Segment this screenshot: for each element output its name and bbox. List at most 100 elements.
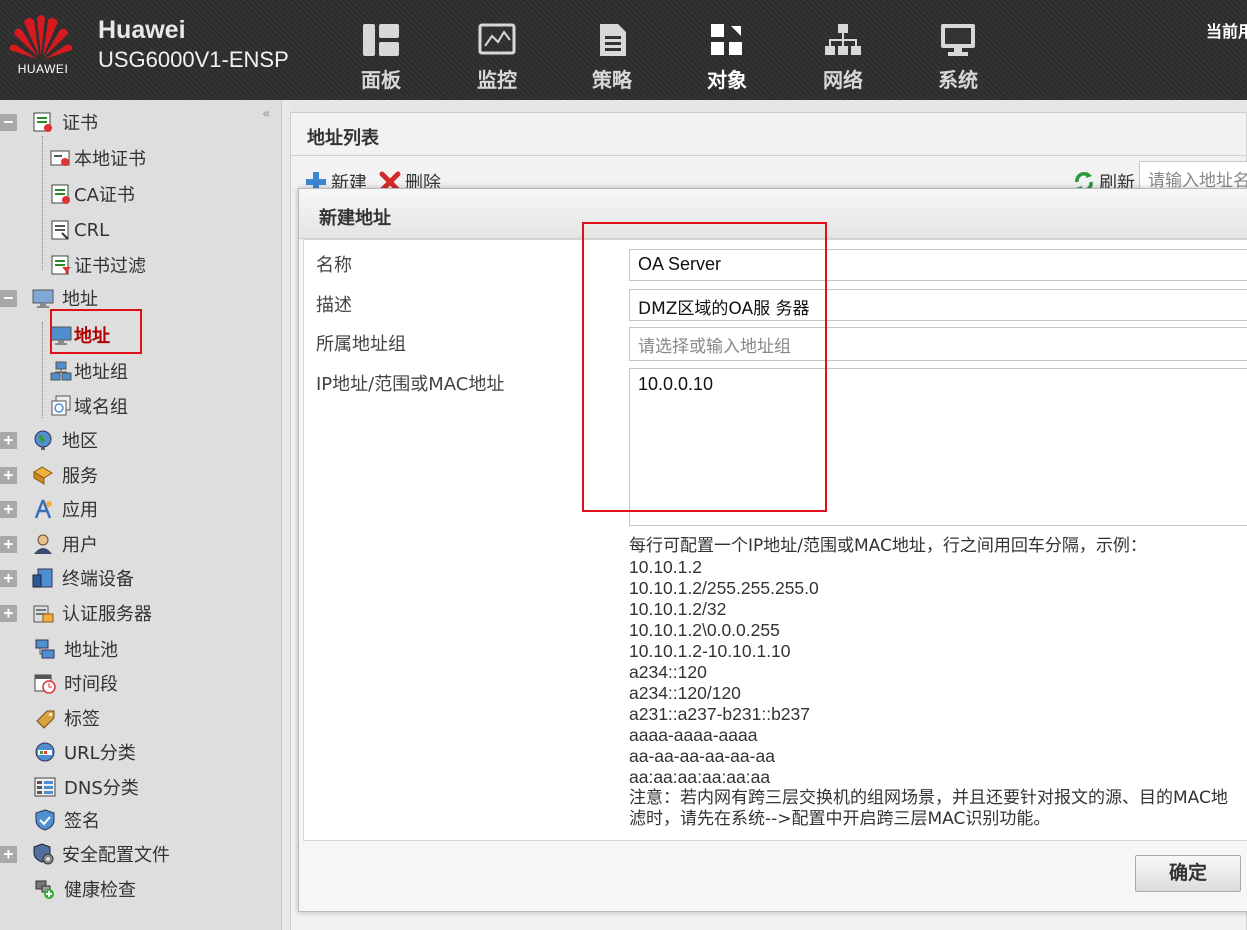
address-icon [32,289,54,308]
sidebar-item-certificate-filter[interactable]: 证书过滤 [50,250,146,280]
brand: Huawei USG6000V1-ENSP [98,16,289,73]
nav-system[interactable]: 系统 [918,22,998,93]
address-group-input[interactable]: 请选择或输入地址组 [629,327,1247,361]
sidebar-item-label: 签名 [64,811,100,832]
dialog-title: 新建地址 [319,208,391,229]
logo-text: HUAWEI [17,62,69,76]
sidebar-item-signature[interactable]: 签名 [34,805,100,835]
nav-network[interactable]: 网络 [803,22,883,93]
help-example: aaaa-aaaa-aaaa [629,725,758,745]
tree-guide-line [42,322,43,418]
divider [291,155,1247,156]
expand-toggle-icon[interactable]: + [0,500,17,518]
url-category-icon [35,742,55,762]
collapse-toggle-icon[interactable]: − [0,289,17,307]
auth-server-icon [33,605,54,623]
help-example: 10.10.1.2-10.10.1.10 [629,641,791,661]
help-example: a234::120 [629,662,707,682]
health-check-icon [35,880,54,899]
selection-highlight-box [50,309,142,354]
service-icon [33,466,53,485]
sidebar-item-crl[interactable]: CRL [50,215,109,245]
ip-address-label: IP地址/范围或MAC地址 [316,374,505,395]
device-model: USG6000V1-ENSP [98,47,289,72]
search-input[interactable]: 请输入地址名 [1139,161,1247,191]
sidebar-item-security-profile[interactable]: + 安全配置文件 [0,839,170,869]
crl-icon [51,220,69,240]
sidebar-item-label: 地址组 [74,362,128,383]
current-user-label: 当前用 [1206,22,1247,41]
sidebar-item-auth-server[interactable]: + 认证服务器 [0,598,152,628]
help-example: 10.10.1.2\0.0.0.255 [629,620,780,640]
dns-category-icon [34,777,56,797]
nav-policy-label: 策略 [592,68,632,92]
expand-toggle-icon[interactable]: + [0,535,17,553]
sidebar-item-label: DNS分类 [64,778,139,799]
sidebar-item-domain-group[interactable]: 域名组 [50,391,128,421]
ok-button[interactable]: 确定 [1135,855,1241,892]
ca-certificate-icon [51,184,70,204]
nav-object-label: 对象 [707,68,747,92]
help-example: aa-aa-aa-aa-aa-aa [629,746,775,766]
name-field[interactable]: OA Server [629,249,1247,281]
sidebar-item-time-range[interactable]: 时间段 [34,668,118,698]
expand-toggle-icon[interactable]: + [0,604,17,622]
description-field[interactable]: DMZ区域的OA服 务器 [629,289,1247,321]
sidebar-item-label: 时间段 [64,674,118,695]
application-icon [34,499,52,519]
sidebar-item-label: 终端设备 [62,569,134,590]
sidebar-item-label: CRL [74,219,110,241]
sidebar-item-address-pool[interactable]: 地址池 [34,634,118,664]
sidebar-item-label: 服务 [62,466,98,487]
nav-monitor[interactable]: 监控 [457,22,537,93]
sidebar-item-dns-category[interactable]: DNS分类 [34,772,139,802]
nav-dashboard-label: 面板 [361,68,401,92]
domain-group-icon [51,395,71,416]
object-icon [711,24,742,55]
page-title: 地址列表 [307,128,379,149]
sidebar-item-terminal-device[interactable]: + 终端设备 [0,563,134,593]
sidebar-item-url-category[interactable]: URL分类 [34,737,136,767]
sidebar-item-certificate[interactable]: − 证书 [0,107,98,137]
nav-policy[interactable]: 策略 [572,22,652,93]
ip-help-text: 每行可配置一个IP地址/范围或MAC地址，行之间用回车分隔，示例： 10.10.… [629,536,1228,830]
help-intro: 每行可配置一个IP地址/范围或MAC地址，行之间用回车分隔，示例： [629,536,1147,556]
expand-toggle-icon[interactable]: + [0,431,17,449]
region-icon [34,430,52,450]
huawei-logo-icon [9,15,73,59]
sidebar-item-address-group[interactable]: 地址组 [50,356,128,386]
nav-system-label: 系统 [938,68,978,92]
collapse-toggle-icon[interactable]: − [0,113,17,131]
sidebar-item-application[interactable]: + 应用 [0,494,98,524]
sidebar-item-local-certificate[interactable]: 本地证书 [50,143,146,173]
expand-toggle-icon[interactable]: + [0,569,17,587]
expand-toggle-icon[interactable]: + [0,466,17,484]
help-example: a234::120/120 [629,683,741,703]
sidebar-item-user[interactable]: + 用户 [0,529,98,559]
sidebar-item-label: 应用 [62,500,98,521]
system-icon [941,24,975,56]
dashboard-icon [363,24,399,56]
sidebar-item-region[interactable]: + 地区 [0,425,98,455]
new-address-dialog: 新建地址 名称 OA Server 描述 DMZ区域的OA服 务器 所属地址组 … [298,188,1247,912]
help-example: 10.10.1.2/32 [629,599,727,619]
ip-address-textarea[interactable]: 10.0.0.10 [629,368,1247,526]
sidebar-item-health-check[interactable]: 健康检查 [34,874,136,904]
nav-dashboard[interactable]: 面板 [341,22,421,93]
help-example: 10.10.1.2 [629,557,702,577]
collapse-sidebar-icon[interactable]: « [262,106,271,122]
top-header: HUAWEI Huawei USG6000V1-ENSP 面板 监控 策略 对象… [0,0,1247,100]
monitor-icon [478,23,516,55]
help-note: 注意：若内网有跨三层交换机的组网场景，并且还要针对报文的源、目的MAC地 [629,788,1228,808]
local-certificate-icon [50,150,70,166]
address-group-icon [50,361,72,381]
sidebar-item-label: 证书 [62,113,98,134]
nav-monitor-label: 监控 [477,68,517,92]
expand-toggle-icon[interactable]: + [0,845,17,863]
address-group-label: 所属地址组 [316,334,406,355]
sidebar-item-ca-certificate[interactable]: CA证书 [50,179,135,209]
sidebar-item-service[interactable]: + 服务 [0,460,98,490]
help-example: a231::a237-b231::b237 [629,704,810,724]
nav-object[interactable]: 对象 [687,22,767,93]
sidebar-item-tag[interactable]: 标签 [34,703,100,733]
